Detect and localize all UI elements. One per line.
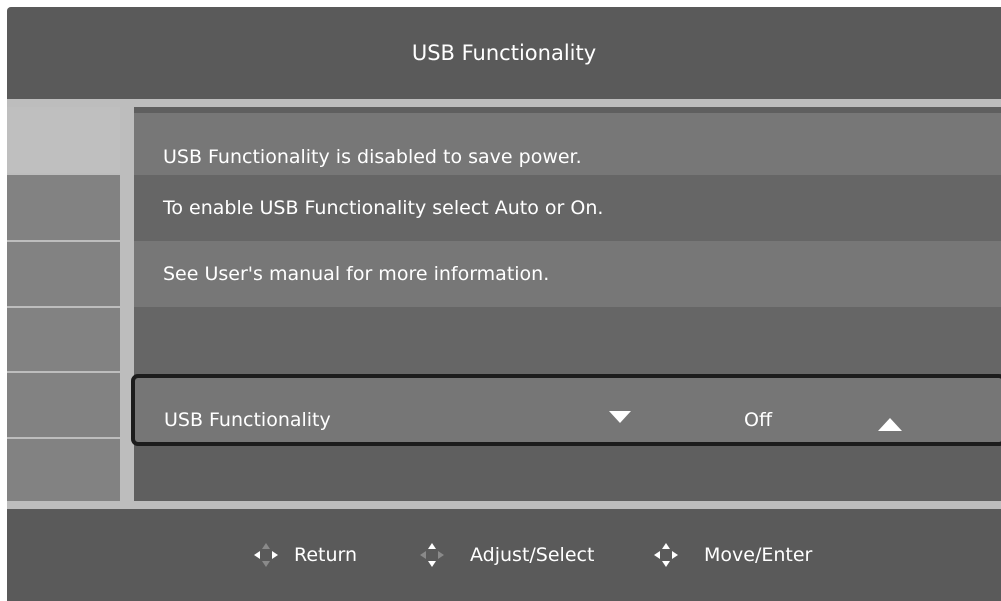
sidebar	[7, 107, 120, 501]
info-text-2: To enable USB Functionality select Auto …	[163, 197, 604, 219]
empty-row	[134, 307, 1001, 374]
hint-label-adjust: Adjust/Select	[470, 544, 595, 566]
page-title: USB Functionality	[411, 41, 597, 65]
sidebar-item-1[interactable]	[7, 107, 120, 173]
info-text-3: See User's manual for more information.	[163, 263, 550, 285]
sidebar-item-4[interactable]	[7, 308, 120, 371]
hint-return: Return	[254, 509, 357, 601]
hint-adjust-select: Adjust/Select	[420, 509, 594, 601]
footer-hints: Return Adjust/Select Move/Enter	[7, 509, 1001, 601]
increase-arrow-icon[interactable]	[878, 418, 902, 431]
dpad-all-icon	[654, 543, 678, 567]
dpad-left-icon	[254, 543, 278, 567]
usb-functionality-setting[interactable]: USB Functionality Off	[131, 374, 1001, 446]
osd-menu: USB Functionality USB Functionality is d…	[7, 7, 1001, 601]
menu-header: USB Functionality	[7, 7, 1001, 99]
dpad-updown-icon	[420, 543, 444, 567]
setting-value: Off	[744, 409, 773, 431]
info-line-1: USB Functionality is disabled to save po…	[134, 113, 1001, 175]
info-line-2: To enable USB Functionality select Auto …	[134, 175, 1001, 241]
hint-move-enter: Move/Enter	[654, 509, 812, 601]
decrease-arrow-icon[interactable]	[609, 411, 631, 423]
hint-label-move: Move/Enter	[704, 544, 813, 566]
sidebar-item-5[interactable]	[7, 373, 120, 437]
sidebar-item-2[interactable]	[7, 175, 120, 240]
info-text-1: USB Functionality is disabled to save po…	[163, 146, 582, 168]
content-panel: USB Functionality is disabled to save po…	[131, 107, 1001, 501]
setting-label: USB Functionality	[164, 409, 331, 431]
hint-label-return: Return	[294, 544, 358, 566]
sidebar-item-3[interactable]	[7, 242, 120, 306]
sidebar-item-6[interactable]	[7, 439, 120, 501]
info-line-3: See User's manual for more information.	[134, 241, 1001, 307]
